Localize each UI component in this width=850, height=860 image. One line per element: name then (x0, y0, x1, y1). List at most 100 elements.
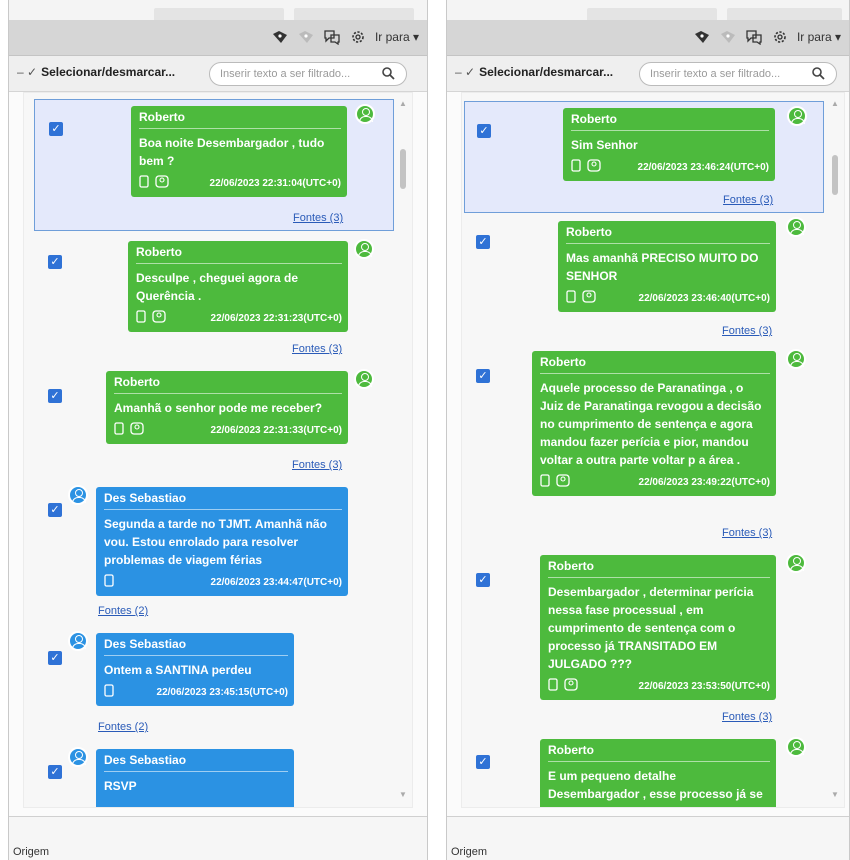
message-bubble: Roberto Desculpe , cheguei agora de Quer… (128, 241, 348, 332)
message-bubble: Des Sebastiao Segunda a tarde no TJMT. A… (96, 487, 348, 596)
sources-link[interactable]: Fontes (3) (722, 325, 772, 337)
search-icon[interactable] (811, 66, 827, 82)
chat-bubbles-icon[interactable] (323, 28, 341, 46)
chat-panel-left: Ir para ▾ – ✓Selecionar/desmarcar... ▲ ▼… (8, 0, 428, 860)
sources-link[interactable]: Fontes (3) (722, 711, 772, 723)
chevron-down-icon: ▾ (412, 30, 419, 44)
origin-section: Origem (447, 816, 849, 860)
sources-link[interactable]: Fontes (3) (293, 212, 343, 224)
message-list[interactable]: ▲ ▼ ✓ Roberto Sim Senhor 22/06/2023 23:4… (461, 92, 845, 808)
message-text: RSVP (104, 779, 137, 793)
message-sender: Roberto (566, 225, 770, 244)
tab[interactable] (294, 8, 414, 20)
tab[interactable] (587, 8, 717, 20)
select-toggle-label: Selecionar/desmarcar... (41, 65, 176, 79)
group-icon (587, 159, 601, 175)
sender-avatar-icon (354, 369, 374, 389)
select-toggle[interactable]: – ✓ Selecionar/desmarcar... (17, 65, 175, 79)
message-sender: Roberto (548, 743, 770, 762)
sender-avatar-icon (787, 106, 807, 126)
scroll-down-icon[interactable]: ▼ (831, 790, 839, 799)
tab-strip (447, 0, 849, 20)
select-toggle[interactable]: – ✓ Selecionar/desmarcar... (455, 65, 613, 79)
phone-icon (548, 678, 558, 694)
message-row[interactable]: ✓ Roberto Aquele processo de Paranatinga… (464, 345, 824, 545)
message-bubble: Roberto Amanhã o senhor pode me receber?… (106, 371, 348, 444)
message-checkbox[interactable]: ✓ (476, 369, 490, 383)
message-sender: Des Sebastiao (104, 637, 288, 656)
message-timestamp: 22/06/2023 22:31:33(UTC+0) (210, 424, 342, 436)
filter-bar: – ✓ Selecionar/desmarcar... (9, 56, 427, 92)
chat-toolbar: Ir para ▾ (9, 20, 427, 56)
group-icon (155, 175, 169, 191)
message-sender: Roberto (139, 110, 341, 129)
tab-strip (9, 0, 427, 20)
message-bubble: Roberto Aquele processo de Paranatinga ,… (532, 351, 776, 496)
message-timestamp: 22/06/2023 23:49:22(UTC+0) (638, 476, 770, 488)
tab[interactable] (727, 8, 842, 20)
sources-link[interactable]: Fontes (3) (292, 343, 342, 355)
scrollbar-thumb[interactable] (400, 149, 406, 189)
sources-link[interactable]: Fontes (3) (722, 527, 772, 539)
message-row[interactable]: ✓ Roberto Mas amanhã PRECISO MUITO DO SE… (464, 217, 824, 343)
group-icon (556, 474, 570, 490)
message-text: Aquele processo de Paranatinga , o Juiz … (540, 381, 762, 467)
chat-bubbles-icon[interactable] (745, 28, 763, 46)
message-text: Boa noite Desembargador , tudo bem ? (139, 136, 325, 168)
message-checkbox[interactable]: ✓ (48, 389, 62, 403)
message-checkbox[interactable]: ✓ (49, 122, 63, 136)
scrollbar[interactable]: ▲ ▼ (828, 93, 842, 807)
tag-icon[interactable] (271, 28, 289, 46)
group-icon (152, 310, 166, 326)
message-checkbox[interactable]: ✓ (48, 765, 62, 779)
message-checkbox[interactable]: ✓ (48, 651, 62, 665)
scroll-down-icon[interactable]: ▼ (399, 790, 407, 799)
message-row[interactable]: ✓ Des Sebastiao RSVP (34, 743, 394, 807)
untag-icon[interactable] (297, 28, 315, 46)
sources-link[interactable]: Fontes (2) (98, 605, 148, 617)
message-checkbox[interactable]: ✓ (48, 255, 62, 269)
scrollbar[interactable]: ▲ ▼ (396, 93, 410, 807)
select-toggle-label: Selecionar/desmarcar... (479, 65, 614, 79)
message-row[interactable]: ✓ Des Sebastiao Segunda a tarde no TJMT.… (34, 481, 394, 621)
filter-bar: – ✓ Selecionar/desmarcar... (447, 56, 849, 92)
phone-icon (104, 684, 114, 700)
sender-avatar-icon (68, 631, 88, 651)
phone-icon (104, 574, 114, 590)
gear-icon[interactable] (349, 28, 367, 46)
sources-link[interactable]: Fontes (3) (723, 194, 773, 206)
search-icon[interactable] (381, 66, 397, 82)
sources-link[interactable]: Fontes (3) (292, 459, 342, 471)
message-row[interactable]: ✓ Roberto E um pequeno detalhe Desembarg… (464, 733, 824, 807)
tag-icon[interactable] (693, 28, 711, 46)
message-list[interactable]: ▲ ▼ ✓ Roberto Boa noite Desembargador , … (23, 92, 413, 808)
message-checkbox[interactable]: ✓ (476, 755, 490, 769)
message-checkbox[interactable]: ✓ (477, 124, 491, 138)
untag-icon[interactable] (719, 28, 737, 46)
message-checkbox[interactable]: ✓ (476, 235, 490, 249)
message-row[interactable]: ✓ Roberto Boa noite Desembargador , tudo… (34, 99, 394, 231)
goto-menu[interactable]: Ir para ▾ (375, 30, 419, 44)
chat-toolbar: Ir para ▾ (447, 20, 849, 56)
filter-input[interactable] (209, 62, 407, 86)
scrollbar-thumb[interactable] (832, 155, 838, 195)
message-row[interactable]: ✓ Des Sebastiao Ontem a SANTINA perdeu 2… (34, 627, 394, 737)
tab[interactable] (154, 8, 284, 20)
message-timestamp: 22/06/2023 22:31:04(UTC+0) (209, 177, 341, 189)
filter-input[interactable] (639, 62, 837, 86)
scroll-up-icon[interactable]: ▲ (831, 99, 839, 108)
gear-icon[interactable] (771, 28, 789, 46)
message-row[interactable]: ✓ Roberto Sim Senhor 22/06/2023 23:46:24… (464, 101, 824, 213)
sources-link[interactable]: Fontes (2) (98, 721, 148, 733)
scroll-up-icon[interactable]: ▲ (399, 99, 407, 108)
goto-menu[interactable]: Ir para ▾ (797, 30, 841, 44)
message-row[interactable]: ✓ Roberto Amanhã o senhor pode me recebe… (34, 365, 394, 475)
message-checkbox[interactable]: ✓ (48, 503, 62, 517)
message-row[interactable]: ✓ Roberto Desculpe , cheguei agora de Qu… (34, 235, 394, 359)
message-sender: Roberto (540, 355, 770, 374)
message-text: Desculpe , cheguei agora de Querência . (136, 271, 299, 303)
message-sender: Roberto (571, 112, 769, 131)
message-checkbox[interactable]: ✓ (476, 573, 490, 587)
message-bubble: Roberto E um pequeno detalhe Desembargad… (540, 739, 776, 807)
message-row[interactable]: ✓ Roberto Desembargador , determinar per… (464, 549, 824, 729)
